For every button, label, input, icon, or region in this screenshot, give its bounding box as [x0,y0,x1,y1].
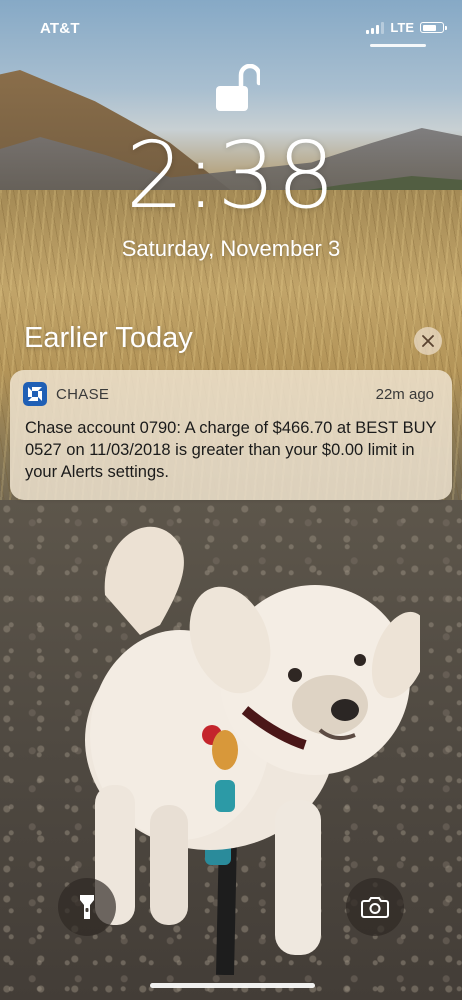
flashlight-button[interactable] [58,878,116,936]
flashlight-icon [80,895,94,919]
notification-app-name: CHASE [56,386,110,403]
status-bar: AT&T LTE [0,0,462,60]
lock-screen-time: 2:38 [125,122,337,229]
camera-button[interactable] [346,878,404,936]
notification-message: Chase account 0790: A charge of $466.70 … [25,419,437,481]
battery-level-fill [422,24,436,31]
carrier-label: AT&T [40,20,80,37]
cellular-signal-icon [366,21,385,34]
notification-card[interactable]: CHASE 22m ago Chase account 0790: A char… [10,370,452,500]
notification-time: 22m ago [375,386,434,403]
clear-notifications-button[interactable] [414,327,442,355]
close-icon [422,335,434,347]
camera-icon [361,897,389,918]
status-indicators: LTE [366,20,447,35]
battery-icon [420,22,447,33]
unlock-icon [216,64,260,111]
chase-logo-icon [23,382,47,406]
home-indicator[interactable] [150,983,315,988]
notification-section-title: Earlier Today [24,322,193,354]
lock-screen-date: Saturday, November 3 [121,236,341,261]
network-type-label: LTE [390,20,414,35]
control-center-indicator[interactable] [370,44,426,47]
